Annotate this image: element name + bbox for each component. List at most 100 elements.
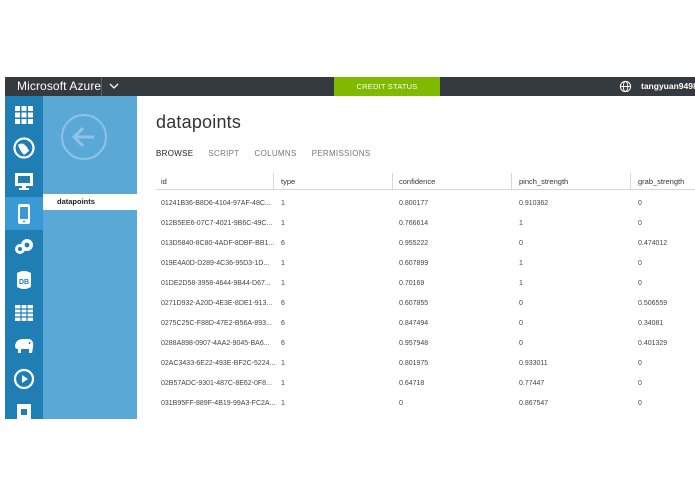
all-items-icon: [15, 106, 33, 124]
column-divider[interactable]: [273, 173, 274, 190]
cell-id: 01241B36-B8D6-4104-97AF-48C...: [161, 200, 271, 207]
cell-grab-strength: 0: [638, 380, 642, 387]
rail-item-cloud-services[interactable]: [5, 230, 43, 263]
table-row[interactable]: 02AC3433-6E22-493E-BF2C-5224... 1 0.801975…: [156, 360, 695, 380]
cell-grab-strength: 0: [638, 400, 642, 407]
back-arrow-icon[interactable]: [60, 113, 108, 161]
storage-icon: [15, 305, 33, 321]
cell-type: 1: [281, 220, 285, 227]
service-bus-icon: [17, 404, 31, 419]
service-rail: DB: [5, 96, 43, 419]
table-row[interactable]: 01DE2D58-3958-4644-9B44-D67... 1 0.70169 1 0: [156, 280, 695, 300]
column-divider[interactable]: [630, 173, 631, 190]
credit-status-button[interactable]: CREDIT STATUS: [334, 77, 440, 96]
cloud-services-icon: [15, 239, 33, 254]
subnav-item-label: datapoints: [57, 197, 95, 206]
cell-confidence: 0.800177: [399, 200, 429, 207]
cell-confidence: 0.847494: [399, 320, 429, 327]
cell-type: 1: [281, 260, 285, 267]
cell-pinch-strength: 0.910362: [519, 200, 549, 207]
table-row[interactable]: 013D5840-8C80-4ADF-8DBF-BB1... 6 0.955222 0…: [156, 240, 695, 260]
cell-pinch-strength: 0.933011: [519, 360, 548, 367]
cell-type: 1: [281, 360, 285, 367]
sql-databases-icon: DB: [17, 271, 31, 289]
tab-bar: BROWSE SCRIPT COLUMNS PERMISSIONS: [156, 149, 385, 158]
rail-item-media-services[interactable]: [5, 362, 43, 395]
cell-confidence: 0.957948: [399, 340, 429, 347]
secondary-nav: datapoints: [43, 96, 137, 419]
rail-item-web-sites[interactable]: [5, 131, 43, 164]
cell-id: 0288A898-0907-4AA2-9045-BA6...: [161, 340, 270, 347]
column-divider[interactable]: [392, 173, 393, 190]
svg-text:DB: DB: [19, 279, 29, 286]
tab-columns[interactable]: COLUMNS: [255, 149, 297, 158]
web-sites-icon: [13, 137, 35, 159]
chevron-down-icon[interactable]: [107, 79, 121, 93]
column-header-id[interactable]: id: [161, 177, 167, 186]
cell-pinch-strength: 1: [519, 220, 523, 227]
cell-confidence: 0.70169: [399, 280, 425, 287]
column-header-grab-strength[interactable]: grab_strength: [638, 177, 684, 186]
table-row[interactable]: 02B57ADC-9301-487C-8E62-0F8... 1 0.64718 0.…: [156, 380, 695, 400]
rail-item-virtual-machines[interactable]: [5, 164, 43, 197]
cell-type: 6: [281, 240, 285, 247]
cell-confidence: 0.766614: [399, 220, 429, 227]
cell-grab-strength: 0.506559: [638, 300, 668, 307]
azure-portal: Microsoft Azure CREDIT STATUS tangyuan94…: [5, 77, 695, 419]
cell-confidence: 0.801975: [399, 360, 429, 367]
rail-item-storage[interactable]: [5, 296, 43, 329]
cell-type: 1: [281, 280, 285, 287]
cell-type: 6: [281, 340, 285, 347]
table-row[interactable]: 0288A898-0907-4AA2-9045-BA6... 6 0.957948 0…: [156, 340, 695, 360]
table-row[interactable]: 012B5EE6-07C7-4021-9B6C-49C... 1 0.766614 1…: [156, 220, 695, 240]
user-account[interactable]: tangyuan9498@: [641, 81, 695, 91]
main-content: datapoints BROWSE SCRIPT COLUMNS PERMISS…: [137, 96, 695, 419]
cell-id: 02B57ADC-9301-487C-8E62-0F8...: [161, 380, 272, 387]
cell-id: 02AC3433-6E22-493E-BF2C-5224...: [161, 360, 276, 367]
cell-confidence: 0: [399, 400, 403, 407]
table-row[interactable]: 01241B36-B8D6-4104-97AF-48C... 1 0.800177 0…: [156, 200, 695, 220]
column-header-type[interactable]: type: [281, 177, 295, 186]
rail-item-all-items[interactable]: [5, 98, 43, 131]
cell-grab-strength: 0: [638, 220, 642, 227]
table-row[interactable]: 031B95FF-889F-4B19-99A3-FC2A... 1 0 0.86754…: [156, 400, 695, 419]
cell-id: 012B5EE6-07C7-4021-9B6C-49C...: [161, 220, 273, 227]
cell-id: 031B95FF-889F-4B19-99A3-FC2A...: [161, 400, 276, 407]
cell-id: 013D5840-8C80-4ADF-8DBF-BB1...: [161, 240, 275, 247]
table-row[interactable]: 0271D932-A20D-4E3E-8DE1-913... 6 0.607855 0…: [156, 300, 695, 320]
cell-grab-strength: 0.474012: [638, 240, 668, 247]
cell-id: 0271D932-A20D-4E3E-8DE1-913...: [161, 300, 273, 307]
column-header-pinch-strength[interactable]: pinch_strength: [519, 177, 568, 186]
rail-item-service-bus[interactable]: [5, 395, 43, 419]
cell-pinch-strength: 0: [519, 320, 523, 327]
rail-item-sql-databases[interactable]: DB: [5, 263, 43, 296]
rail-item-hdinsight[interactable]: [5, 329, 43, 362]
cell-pinch-strength: 0: [519, 340, 523, 347]
tab-browse[interactable]: BROWSE: [156, 149, 193, 158]
brand-title[interactable]: Microsoft Azure: [17, 79, 101, 93]
cell-id: 019E4A0D-D289-4C36-95D3-1D...: [161, 260, 270, 267]
page-title: datapoints: [156, 112, 242, 132]
rail-item-mobile-services[interactable]: [5, 197, 43, 230]
cell-pinch-strength: 1: [519, 280, 523, 287]
column-header-confidence[interactable]: confidence: [399, 177, 435, 186]
tab-script[interactable]: SCRIPT: [208, 149, 239, 158]
cell-pinch-strength: 1: [519, 260, 523, 267]
table-row[interactable]: 0275C25C-F88D-47E2-B56A-893... 6 0.847494 0…: [156, 320, 695, 340]
cell-type: 1: [281, 380, 285, 387]
cell-type: 6: [281, 300, 285, 307]
subnav-item-datapoints[interactable]: datapoints: [43, 194, 137, 210]
globe-icon[interactable]: [619, 80, 632, 93]
cell-confidence: 0.607899: [399, 260, 429, 267]
tab-permissions[interactable]: PERMISSIONS: [312, 149, 371, 158]
cell-type: 1: [281, 400, 285, 407]
cell-id: 01DE2D58-3958-4644-9B44-D67...: [161, 280, 271, 287]
cell-pinch-strength: 0.867547: [519, 400, 549, 407]
cell-pinch-strength: 0: [519, 240, 523, 247]
cell-confidence: 0.607855: [399, 300, 429, 307]
table-row[interactable]: 019E4A0D-D289-4C36-95D3-1D... 1 0.607899 1 0: [156, 260, 695, 280]
column-divider[interactable]: [511, 173, 512, 190]
cell-confidence: 0.955222: [399, 240, 429, 247]
cell-type: 6: [281, 320, 285, 327]
cell-grab-strength: 0.401329: [638, 340, 668, 347]
